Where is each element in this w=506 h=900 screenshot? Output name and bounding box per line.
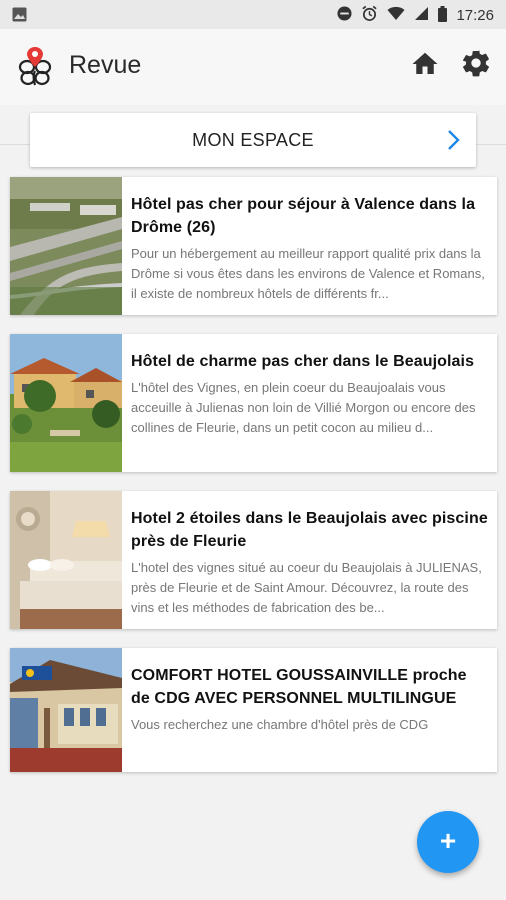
article-description: Pour un hébergement au meilleur rapport …	[131, 246, 485, 301]
battery-icon	[438, 5, 448, 26]
article-description: L'hôtel des Vignes, en plein coeur du Be…	[131, 380, 476, 435]
dnd-icon	[337, 6, 352, 25]
app-title: Revue	[69, 51, 142, 79]
signal-icon	[414, 6, 429, 25]
home-icon[interactable]	[410, 49, 440, 79]
article-description: L'hotel des vignes situé au coeur du Bea…	[131, 560, 482, 615]
settings-icon[interactable]	[460, 47, 492, 79]
add-button[interactable]: +	[417, 811, 479, 873]
mon-espace-button[interactable]: MON ESPACE	[30, 113, 476, 167]
article-title: Hôtel de charme pas cher dans le Beaujol…	[131, 353, 475, 370]
article-title: Hôtel pas cher pour séjour à Valence dan…	[131, 196, 476, 236]
article-title: Hotel 2 étoiles dans le Beaujolais avec …	[131, 510, 488, 550]
article-card[interactable]: Hotel 2 étoiles dans le Beaujolais avec …	[10, 491, 497, 629]
mon-espace-label: MON ESPACE	[192, 130, 314, 150]
flower-logo-icon	[16, 45, 54, 87]
article-card[interactable]: Hôtel pas cher pour séjour à Valence dan…	[10, 177, 497, 315]
status-bar: 17:26	[0, 0, 506, 29]
image-icon	[12, 7, 27, 27]
chevron-right-icon	[446, 128, 462, 152]
article-description: Vous recherchez une chambre d'hôtel près…	[131, 717, 429, 732]
app-bar: Revue	[0, 29, 506, 105]
article-thumbnail	[10, 334, 122, 472]
article-card[interactable]: COMFORT HOTEL GOUSSAINVILLE proche de CD…	[10, 648, 497, 772]
wifi-icon	[387, 6, 405, 25]
article-card[interactable]: Hôtel de charme pas cher dans le Beaujol…	[10, 334, 497, 472]
article-thumbnail	[10, 491, 122, 629]
alarm-icon	[361, 5, 378, 26]
article-thumbnail	[10, 648, 122, 772]
article-title: COMFORT HOTEL GOUSSAINVILLE proche de CD…	[131, 667, 467, 707]
plus-icon: +	[439, 825, 457, 856]
article-thumbnail	[10, 177, 122, 315]
status-time: 17:26	[456, 7, 494, 24]
